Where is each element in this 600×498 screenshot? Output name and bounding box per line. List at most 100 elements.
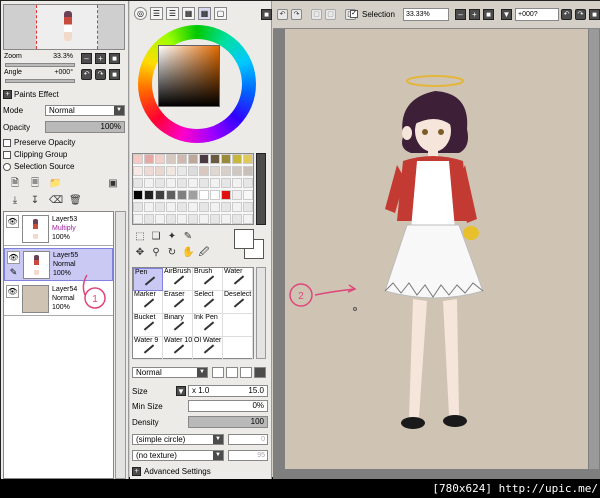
color-swatch[interactable]: [210, 214, 220, 224]
color-swatch[interactable]: [133, 190, 143, 200]
brush-cell[interactable]: Eraser: [163, 291, 193, 314]
lasso-icon[interactable]: ❑: [150, 231, 162, 243]
color-swatch[interactable]: [155, 154, 165, 164]
color-swatch[interactable]: [221, 154, 231, 164]
color-swatch[interactable]: [177, 202, 187, 212]
brush-cell[interactable]: Bucket: [133, 314, 163, 337]
copy-button[interactable]: ▢: [325, 9, 336, 20]
color-swatch[interactable]: [177, 166, 187, 176]
brush-cell[interactable]: Water 9: [133, 337, 163, 360]
preserve-opacity-checkbox[interactable]: [3, 139, 11, 147]
zoom-slider[interactable]: [5, 63, 75, 67]
color-swatch[interactable]: [155, 190, 165, 200]
advanced-settings-toggle[interactable]: +: [132, 467, 141, 476]
color-swatch[interactable]: [243, 178, 253, 188]
saturation-value-picker[interactable]: [158, 45, 220, 107]
color-swatch[interactable]: [199, 202, 209, 212]
color-swatch[interactable]: [155, 166, 165, 176]
color-swatch[interactable]: [144, 190, 154, 200]
deselect-button[interactable]: ■: [261, 9, 272, 20]
selection-checkbox[interactable]: ✓: [350, 10, 358, 18]
eye-icon[interactable]: 👁: [6, 215, 19, 228]
color-swatch[interactable]: [177, 154, 187, 164]
brush-cell[interactable]: Marker: [133, 291, 163, 314]
transfer-down-icon[interactable]: ⤓: [9, 195, 21, 207]
swatch-palette[interactable]: [132, 153, 254, 225]
color-swatch[interactable]: [243, 214, 253, 224]
color-swatch[interactable]: [232, 154, 242, 164]
min-size-slider[interactable]: 0%: [188, 400, 268, 412]
color-swatch[interactable]: [144, 202, 154, 212]
paints-effect-toggle[interactable]: +: [3, 90, 12, 99]
canvas-zoom-in-button[interactable]: +: [469, 9, 480, 20]
color-swatch[interactable]: [166, 154, 176, 164]
color-swatch[interactable]: [221, 190, 231, 200]
selection-source-radio[interactable]: [3, 163, 11, 171]
color-swatch[interactable]: [133, 154, 143, 164]
color-swatch[interactable]: [232, 166, 242, 176]
edge-medium-tip[interactable]: [226, 367, 238, 378]
color-swatch[interactable]: [210, 178, 220, 188]
canvas-angle-dropdown[interactable]: ▼: [501, 9, 512, 20]
color-swatch[interactable]: [166, 190, 176, 200]
color-swatch[interactable]: [210, 166, 220, 176]
canvas-angle-field[interactable]: +000?: [515, 8, 559, 21]
color-swatch[interactable]: [155, 202, 165, 212]
color-swatch[interactable]: [199, 214, 209, 224]
brush-texture-dropdown[interactable]: (no texture) ▼: [132, 450, 224, 461]
rotate-right-button[interactable]: ↷: [95, 69, 106, 80]
rgb-slider-tab-icon[interactable]: ☰: [150, 7, 163, 20]
color-swatch[interactable]: [232, 214, 242, 224]
color-swatch[interactable]: [188, 190, 198, 200]
zoom-out-button[interactable]: –: [81, 53, 92, 64]
hand-tool-icon[interactable]: ✋: [182, 247, 194, 259]
color-swatch[interactable]: [188, 214, 198, 224]
layer-list-scrollbar[interactable]: [115, 211, 126, 479]
color-swatch[interactable]: [199, 154, 209, 164]
foreground-color-box[interactable]: [234, 229, 254, 249]
canvas-rotate-left-button[interactable]: ↶: [561, 9, 572, 20]
fg-bg-colors[interactable]: [232, 227, 268, 263]
move-icon[interactable]: ✥: [134, 247, 146, 259]
brush-cell[interactable]: Ol Water: [193, 337, 223, 360]
canvas-zoom-reset-button[interactable]: ■: [483, 9, 494, 20]
color-swatch[interactable]: [166, 178, 176, 188]
color-swatch[interactable]: [133, 202, 143, 212]
color-swatch[interactable]: [210, 190, 220, 200]
color-swatch[interactable]: [221, 202, 231, 212]
brush-cell[interactable]: Ink Pen: [193, 314, 223, 337]
color-swatch[interactable]: [166, 214, 176, 224]
color-swatch[interactable]: [199, 166, 209, 176]
new-layer-icon[interactable]: 🗎: [9, 178, 21, 190]
color-swatch[interactable]: [221, 214, 231, 224]
color-swatch[interactable]: [144, 178, 154, 188]
clipping-group-checkbox[interactable]: [3, 151, 11, 159]
zoom-reset-button[interactable]: ■: [109, 53, 120, 64]
brush-cell[interactable]: Pen: [133, 268, 163, 291]
rotate-reset-button[interactable]: ■: [109, 69, 120, 80]
brush-cell[interactable]: Brush: [193, 268, 223, 291]
swatch-scrollbar[interactable]: [256, 153, 266, 225]
color-swatch[interactable]: [188, 154, 198, 164]
layer-row[interactable]: 👁 Layer53 Multiply 100%: [4, 213, 113, 246]
opacity-slider[interactable]: 100%: [45, 121, 125, 133]
color-swatch[interactable]: [210, 202, 220, 212]
color-swatch[interactable]: [166, 202, 176, 212]
color-swatch[interactable]: [232, 202, 242, 212]
navigator-preview[interactable]: [3, 4, 125, 50]
color-swatch[interactable]: [210, 154, 220, 164]
canvas-zoom-field[interactable]: 33.33%: [403, 8, 449, 21]
apply-mask-icon[interactable]: ▣: [107, 178, 119, 190]
layer-row[interactable]: 👁 ✎ Layer55 Normal 100%: [4, 248, 113, 281]
color-swatch[interactable]: [155, 214, 165, 224]
color-swatch[interactable]: [243, 154, 253, 164]
eye-icon[interactable]: 👁: [7, 251, 20, 264]
brush-cell[interactable]: Select: [193, 291, 223, 314]
color-swatch[interactable]: [199, 178, 209, 188]
undo-button[interactable]: ↶: [277, 9, 288, 20]
angle-slider[interactable]: [5, 79, 75, 83]
rotate-left-button[interactable]: ↶: [81, 69, 92, 80]
swatches-tab-icon[interactable]: ▦: [198, 7, 211, 20]
new-linework-layer-icon[interactable]: 🗏: [29, 178, 41, 190]
color-swatch[interactable]: [166, 166, 176, 176]
